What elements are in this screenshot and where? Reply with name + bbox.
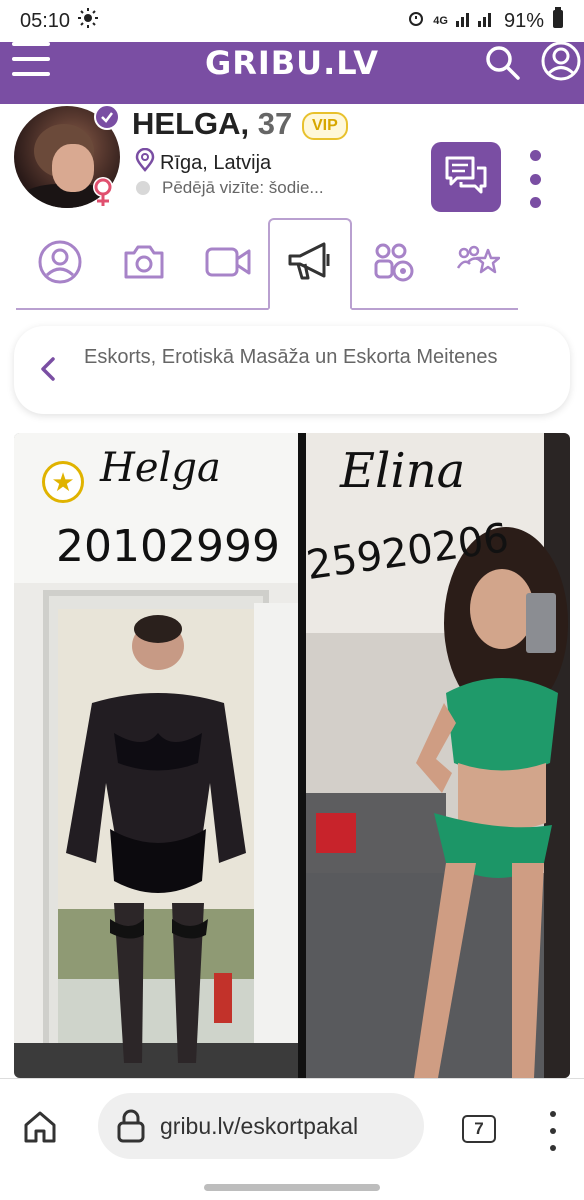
tab-videos[interactable] [186, 218, 270, 310]
female-gender-icon [90, 176, 116, 213]
vip-badge: VIP [302, 112, 348, 140]
search-icon[interactable] [482, 42, 522, 87]
home-icon[interactable] [22, 1109, 58, 1150]
battery-label: 91% [503, 9, 544, 32]
location-pin-icon [134, 147, 156, 178]
tab-group-video[interactable] [352, 218, 436, 310]
network-label: 4G [433, 15, 448, 27]
alarm-icon [407, 9, 425, 33]
url-bar[interactable]: gribu.lv/eskortpakal [98, 1093, 424, 1159]
featured-star-icon: ★ [42, 461, 84, 503]
tab-friends[interactable] [436, 218, 520, 310]
friends-star-icon [456, 244, 501, 285]
ad-photo[interactable]: ★ Helga 20102999 Elina 25920206 [14, 433, 570, 1078]
category-breadcrumb[interactable]: Eskorts, Erotiskā Masāža un Eskorta Meit… [14, 326, 570, 414]
camera-icon [122, 243, 166, 286]
group-video-icon [373, 241, 415, 288]
chat-button[interactable] [431, 142, 501, 212]
top-nav-bar: GRIBU.LV [0, 40, 584, 104]
gesture-bar[interactable] [204, 1184, 380, 1191]
profile-name-text: HELGA, [132, 106, 250, 141]
online-status-icon [136, 181, 150, 195]
tab-ads[interactable] [268, 218, 352, 310]
status-time: 05:10 [20, 9, 71, 32]
profile-header: HELGA, 37 VIP Rīga, Latvija Pēdējā vizīt… [0, 104, 584, 214]
browser-menu-icon[interactable] [548, 1111, 558, 1151]
tab-photos[interactable] [102, 218, 186, 310]
breadcrumb-text: Eskorts, Erotiskā Masāža un Eskorta Meit… [84, 346, 498, 368]
photo-left-panel: ★ Helga 20102999 [14, 433, 298, 1078]
video-icon [205, 245, 251, 284]
photo-left-phone: 20102999 [56, 521, 280, 572]
photo-left-name: Helga [100, 445, 221, 491]
profile-location: Rīga, Latvija [134, 147, 272, 178]
photo-right-panel: Elina 25920206 [306, 433, 570, 1078]
photo-right-name: Elina [340, 443, 466, 499]
brightness-icon [78, 8, 99, 34]
last-visit: Pēdējā vizīte: šodie... [136, 178, 324, 198]
user-icon[interactable] [540, 40, 582, 87]
location-text: Rīga, Latvija [160, 151, 272, 174]
more-options-icon[interactable] [528, 150, 542, 208]
browser-toolbar: gribu.lv/eskortpakal 7 [0, 1078, 584, 1178]
megaphone-icon [286, 240, 334, 289]
verified-badge-icon [94, 104, 120, 135]
profile-name: HELGA, 37 [132, 106, 292, 142]
chevron-left-icon[interactable] [40, 356, 56, 387]
url-text[interactable]: gribu.lv/eskortpakal [160, 1113, 358, 1140]
tabs-count-button[interactable]: 7 [462, 1115, 496, 1143]
lock-icon[interactable] [116, 1109, 146, 1143]
signal-icon [455, 9, 496, 33]
last-visit-text: Pēdējā vizīte: šodie... [162, 178, 324, 197]
profile-tabs [16, 218, 518, 310]
profile-age: 37 [257, 106, 293, 141]
profile-icon [37, 239, 83, 290]
status-bar: 05:10 4G 91% [0, 0, 584, 42]
chat-icon [443, 154, 489, 201]
tab-profile[interactable] [18, 218, 102, 310]
battery-icon [552, 7, 564, 35]
